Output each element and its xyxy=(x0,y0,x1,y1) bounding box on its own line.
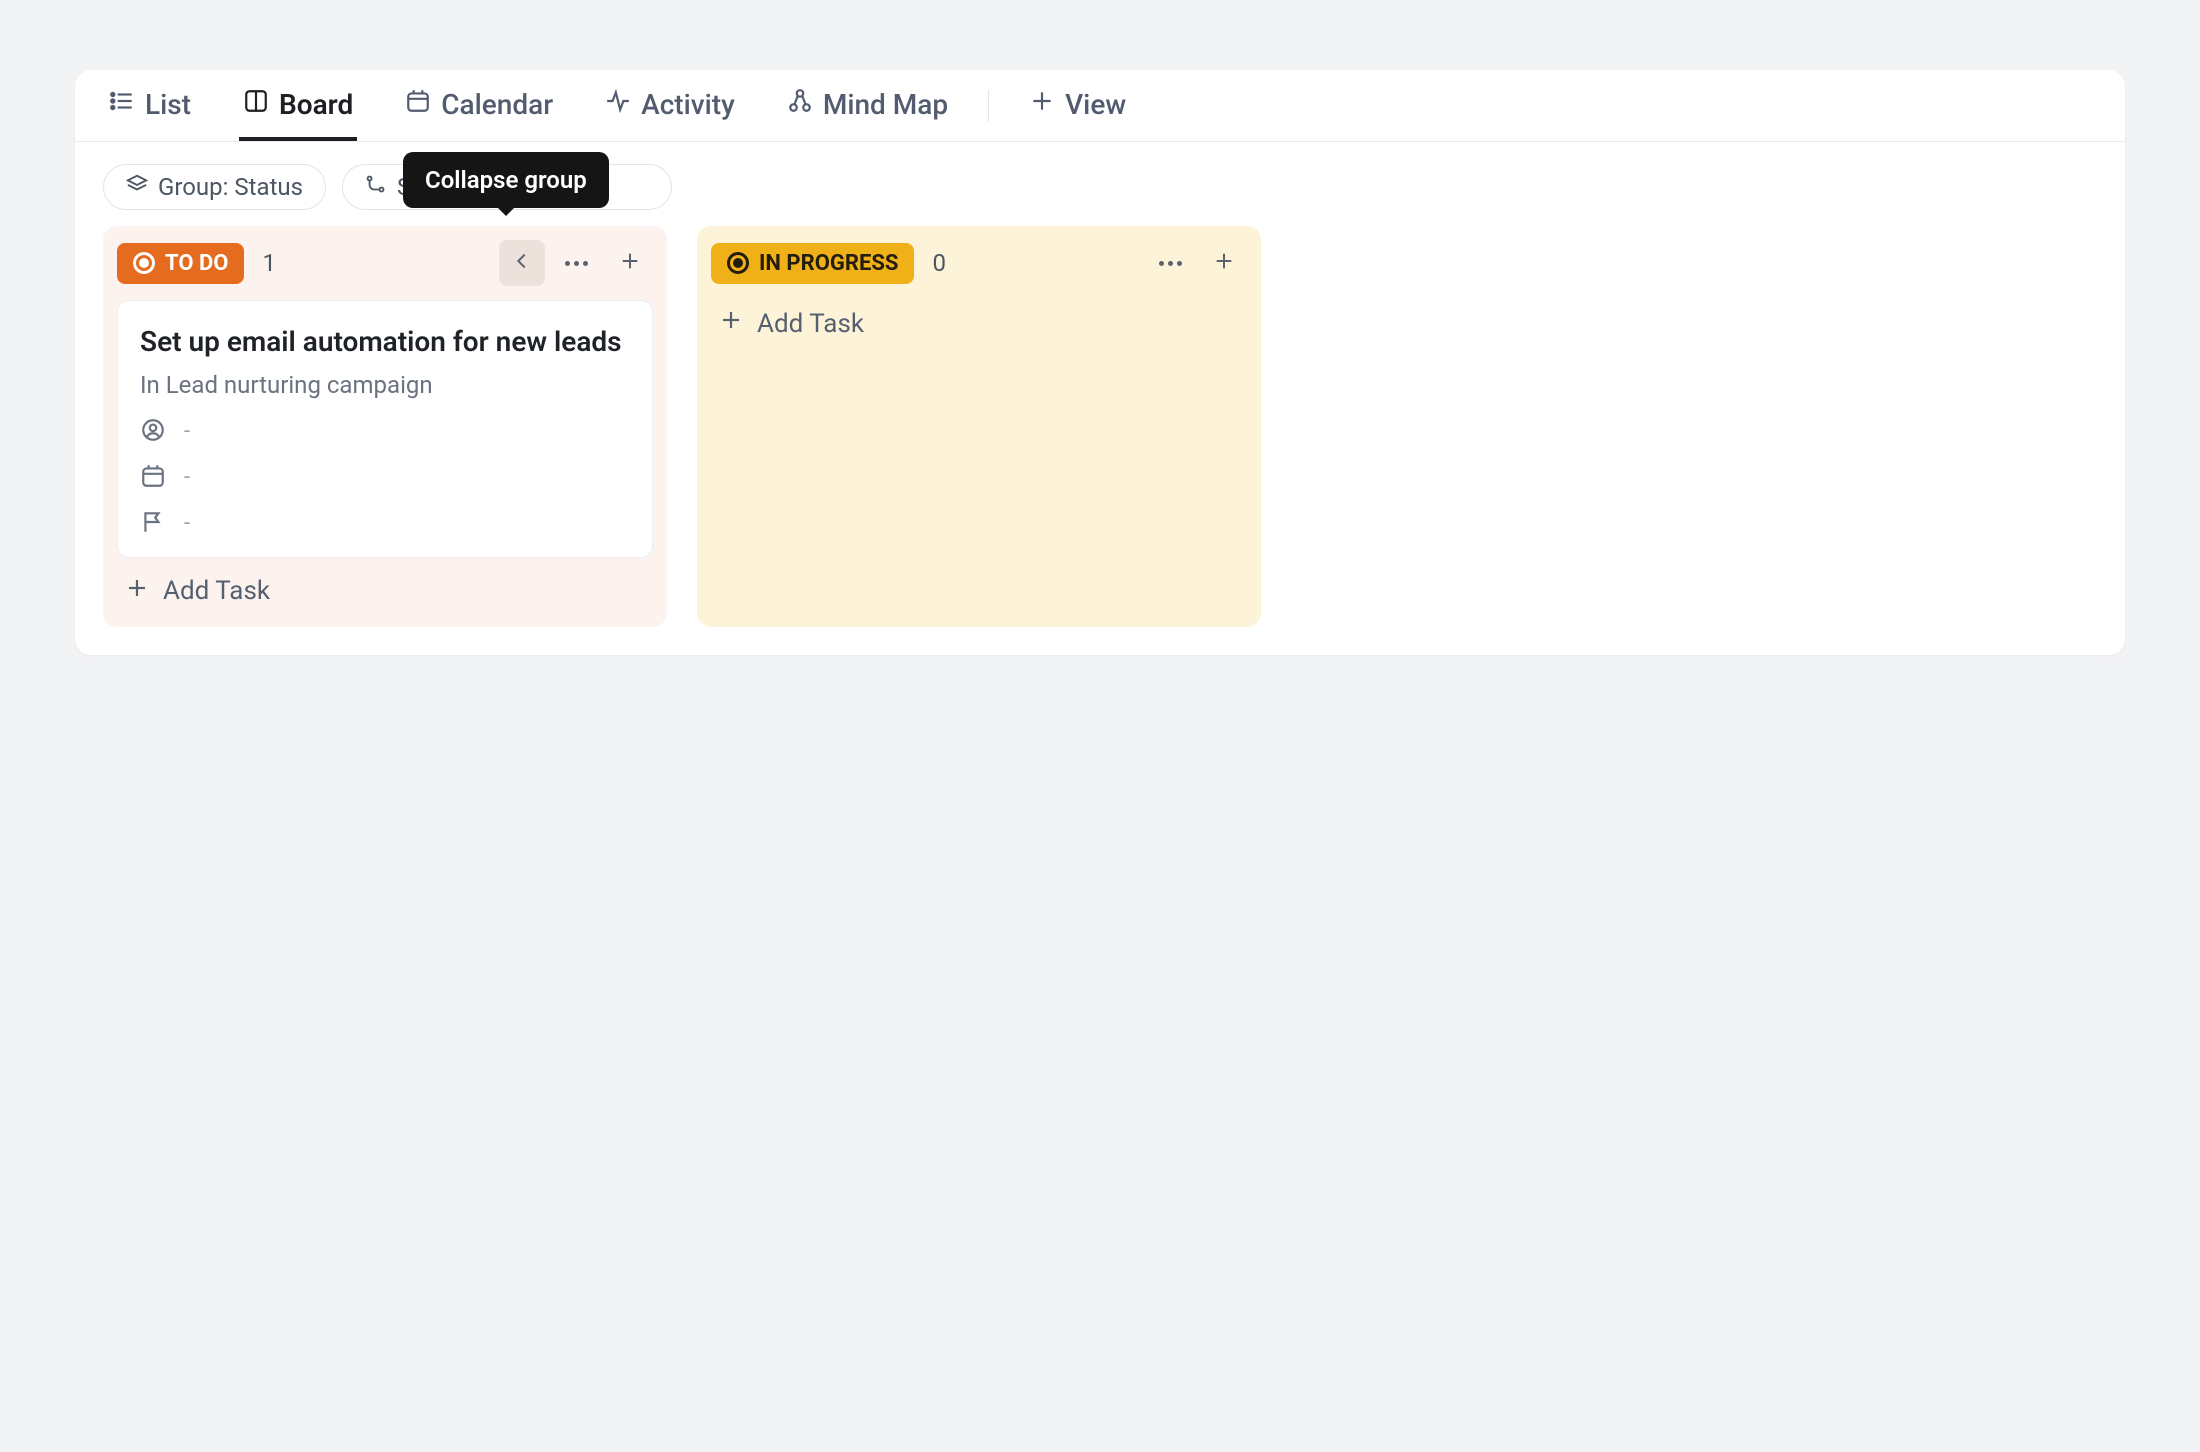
collapse-group-button[interactable] xyxy=(499,240,545,286)
column-header: IN PROGRESS 0 xyxy=(711,240,1247,286)
status-circle-icon xyxy=(727,252,749,274)
task-meta: - - - xyxy=(140,417,630,539)
add-task-label: Add Task xyxy=(163,576,270,606)
filter-row: Group: Status S Collapse group xyxy=(75,142,2125,220)
add-task-button[interactable]: Add Task xyxy=(711,300,872,345)
plus-icon xyxy=(1029,88,1055,121)
task-list-context: In Lead nurturing campaign xyxy=(140,371,630,399)
tab-board[interactable]: Board xyxy=(239,70,357,141)
plus-icon xyxy=(125,576,149,607)
column-more-button[interactable] xyxy=(1147,240,1193,286)
tab-label: Calendar xyxy=(441,88,553,121)
board-columns: TO DO 1 xyxy=(75,220,2125,655)
pill-label: Group: Status xyxy=(158,173,303,201)
assignee-value: - xyxy=(184,419,190,444)
more-horizontal-icon xyxy=(1159,261,1182,266)
tab-activity[interactable]: Activity xyxy=(601,70,739,141)
tab-mindmap[interactable]: Mind Map xyxy=(783,70,952,141)
status-chip-in-progress[interactable]: IN PROGRESS xyxy=(711,243,914,284)
tab-label: View xyxy=(1065,88,1126,121)
subtasks-icon xyxy=(365,173,387,201)
chevron-left-icon xyxy=(511,250,533,276)
tab-add-view[interactable]: View xyxy=(1025,70,1130,141)
column-in-progress: IN PROGRESS 0 xyxy=(697,226,1261,627)
status-circle-icon xyxy=(133,252,155,274)
column-todo: TO DO 1 xyxy=(103,226,667,627)
column-add-button[interactable] xyxy=(1201,240,1247,286)
tab-label: Activity xyxy=(641,88,735,121)
status-label: IN PROGRESS xyxy=(759,251,898,276)
mindmap-icon xyxy=(787,88,813,121)
tab-calendar[interactable]: Calendar xyxy=(401,70,557,141)
task-count: 0 xyxy=(932,249,946,277)
tab-label: Mind Map xyxy=(823,88,948,121)
column-header: TO DO 1 xyxy=(117,240,653,286)
list-icon xyxy=(109,88,135,121)
add-task-label: Add Task xyxy=(757,309,864,339)
view-tabs: List Board Calendar Activity Mind Map xyxy=(75,70,2125,142)
tab-list[interactable]: List xyxy=(105,70,195,141)
tab-label: List xyxy=(145,88,191,121)
task-title: Set up email automation for new leads xyxy=(140,323,630,361)
calendar-icon xyxy=(140,463,166,493)
column-add-button[interactable] xyxy=(607,240,653,286)
pill-label: S xyxy=(397,173,411,201)
person-icon xyxy=(140,417,166,447)
task-card[interactable]: Set up email automation for new leads In… xyxy=(117,300,653,558)
add-task-button[interactable]: Add Task xyxy=(117,558,278,613)
tab-divider xyxy=(988,90,989,122)
subtasks-pill[interactable]: S xyxy=(342,164,672,210)
task-count: 1 xyxy=(262,249,276,277)
more-horizontal-icon xyxy=(565,261,588,266)
tab-label: Board xyxy=(279,88,353,121)
assignee-row[interactable]: - xyxy=(140,417,630,447)
column-more-button[interactable] xyxy=(553,240,599,286)
column-actions xyxy=(499,240,653,286)
priority-row[interactable]: - xyxy=(140,509,630,539)
flag-icon xyxy=(140,509,166,539)
status-label: TO DO xyxy=(165,251,228,276)
board-icon xyxy=(243,88,269,121)
status-chip-todo[interactable]: TO DO xyxy=(117,243,244,284)
date-row[interactable]: - xyxy=(140,463,630,493)
app-window: List Board Calendar Activity Mind Map xyxy=(75,70,2125,655)
plus-icon xyxy=(1213,250,1235,276)
date-value: - xyxy=(184,465,190,490)
plus-icon xyxy=(719,308,743,339)
group-by-pill[interactable]: Group: Status xyxy=(103,164,326,210)
calendar-icon xyxy=(405,88,431,121)
plus-icon xyxy=(619,250,641,276)
layers-icon xyxy=(126,173,148,201)
priority-value: - xyxy=(184,511,190,536)
column-actions xyxy=(1147,240,1247,286)
activity-icon xyxy=(605,88,631,121)
